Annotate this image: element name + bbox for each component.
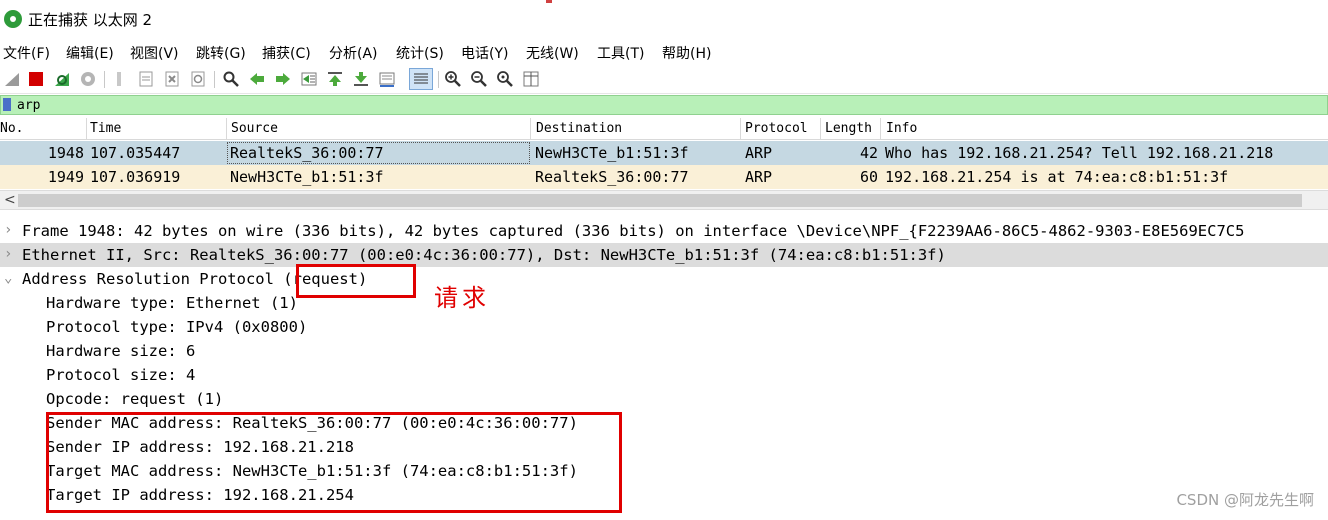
column-header-no[interactable]: No. — [0, 121, 23, 136]
column-header-source[interactable]: Source — [231, 121, 278, 136]
menu-help[interactable]: 帮助(H) — [662, 43, 711, 63]
first-packet-icon[interactable] — [326, 70, 344, 88]
menu-file[interactable]: 文件(F) — [3, 43, 50, 63]
expand-arrow-icon[interactable]: › — [4, 222, 12, 238]
packet-info: Who has 192.168.21.254? Tell 192.168.21.… — [885, 144, 1274, 162]
menu-telephony[interactable]: 电话(Y) — [461, 43, 508, 63]
close-file-icon[interactable] — [163, 70, 181, 88]
toolbar-separator — [104, 71, 105, 88]
back-arrow-icon[interactable] — [248, 70, 266, 88]
scroll-left-icon[interactable]: < — [4, 192, 16, 208]
column-divider[interactable] — [740, 118, 741, 140]
column-divider[interactable] — [226, 118, 227, 140]
detail-ethernet-row[interactable]: › Ethernet II, Src: RealtekS_36:00:77 (0… — [0, 243, 1328, 267]
packet-row-selected[interactable]: 1948 107.035447 RealtekS_36:00:77 NewH3C… — [0, 141, 1328, 165]
detail-field-row[interactable]: Hardware type: Ethernet (1) — [0, 291, 1328, 315]
column-divider[interactable] — [880, 118, 881, 140]
expand-arrow-icon[interactable]: › — [4, 246, 12, 262]
reload-icon[interactable] — [189, 70, 207, 88]
menu-view[interactable]: 视图(V) — [130, 43, 179, 63]
find-icon[interactable] — [222, 70, 240, 88]
column-header-length[interactable]: Length — [825, 121, 872, 136]
column-header-time[interactable]: Time — [90, 121, 121, 136]
packet-info: 192.168.21.254 is at 74:ea:c8:b1:51:3f — [885, 168, 1229, 186]
packet-time: 107.036919 — [90, 168, 181, 186]
zoom-out-icon[interactable] — [470, 70, 488, 88]
scrollbar-thumb[interactable] — [18, 194, 1302, 207]
menu-tools[interactable]: 工具(T) — [597, 43, 644, 63]
detail-frame-row[interactable]: › Frame 1948: 42 bytes on wire (336 bits… — [0, 219, 1328, 243]
packet-protocol: ARP — [745, 144, 773, 162]
column-header-info[interactable]: Info — [886, 121, 917, 136]
packet-length: 42 — [859, 144, 878, 162]
last-packet-icon[interactable] — [352, 70, 370, 88]
window-edge-mark — [546, 0, 552, 3]
detail-hardware-size: Hardware size: 6 — [46, 342, 196, 360]
column-divider[interactable] — [530, 118, 531, 140]
packet-no: 1949 — [47, 168, 84, 186]
packet-length: 60 — [859, 168, 878, 186]
display-filter-bar — [0, 95, 1328, 115]
colorize-icon[interactable] — [409, 68, 433, 90]
collapse-arrow-icon[interactable]: ⌄ — [4, 270, 12, 286]
packet-source: NewH3CTe_b1:51:3f — [230, 168, 384, 186]
main-toolbar — [0, 64, 1328, 94]
request-highlight-box — [296, 264, 416, 298]
options-gear-icon[interactable] — [79, 70, 97, 88]
display-filter-input[interactable] — [17, 97, 1317, 114]
detail-field-row[interactable]: Hardware size: 6 — [0, 339, 1328, 363]
packet-row[interactable]: 1949 107.036919 NewH3CTe_b1:51:3f Realte… — [0, 165, 1328, 189]
stop-icon[interactable] — [27, 70, 45, 88]
packet-list-header: No. Time Source Destination Protocol Len… — [0, 118, 1328, 140]
detail-field-row[interactable]: Opcode: request (1) — [0, 387, 1328, 411]
detail-hardware-type: Hardware type: Ethernet (1) — [46, 294, 298, 312]
toolbar-separator — [214, 71, 215, 88]
packet-no: 1948 — [47, 144, 84, 162]
detail-ethernet: Ethernet II, Src: RealtekS_36:00:77 (00:… — [22, 246, 946, 264]
menu-edit[interactable]: 编辑(E) — [66, 43, 114, 63]
packet-time: 107.035447 — [90, 144, 181, 162]
addresses-highlight-box — [46, 412, 622, 513]
column-header-destination[interactable]: Destination — [536, 121, 622, 136]
bookmark-icon[interactable] — [3, 98, 11, 111]
detail-field-row[interactable]: Protocol type: IPv4 (0x0800) — [0, 315, 1328, 339]
packet-destination: RealtekS_36:00:77 — [535, 168, 689, 186]
restart-icon[interactable] — [53, 70, 71, 88]
save-file-icon[interactable] — [137, 70, 155, 88]
menu-wireless[interactable]: 无线(W) — [526, 43, 579, 63]
menu-bar: 文件(F) 编辑(E) 视图(V) 跳转(G) 捕获(C) 分析(A) 统计(S… — [0, 38, 1328, 64]
packet-source: RealtekS_36:00:77 — [230, 144, 384, 162]
go-to-packet-icon[interactable] — [300, 70, 318, 88]
detail-protocol-size: Protocol size: 4 — [46, 366, 196, 384]
packet-destination: NewH3CTe_b1:51:3f — [535, 144, 689, 162]
annotation-request-label: 请求 — [434, 284, 490, 312]
wireshark-logo-icon — [4, 10, 22, 28]
detail-field-row[interactable]: Protocol size: 4 — [0, 363, 1328, 387]
zoom-in-icon[interactable] — [444, 70, 462, 88]
window-title: 正在捕获 以太网 2 — [28, 11, 153, 29]
menu-go[interactable]: 跳转(G) — [196, 43, 246, 63]
detail-protocol-type: Protocol type: IPv4 (0x0800) — [46, 318, 308, 336]
resize-columns-icon[interactable] — [522, 70, 540, 88]
packet-list-hscrollbar[interactable]: < — [0, 190, 1328, 210]
detail-arp-row[interactable]: ⌄ Address Resolution Protocol (request) — [0, 267, 1328, 291]
csdn-watermark: CSDN @阿龙先生啊 — [1176, 491, 1314, 509]
detail-frame: Frame 1948: 42 bytes on wire (336 bits),… — [22, 222, 1245, 240]
column-divider[interactable] — [86, 118, 87, 140]
packet-protocol: ARP — [745, 168, 773, 186]
forward-arrow-icon[interactable] — [274, 70, 292, 88]
column-divider[interactable] — [820, 118, 821, 140]
zoom-reset-icon[interactable] — [496, 70, 514, 88]
title-bar: 正在捕获 以太网 2 — [0, 0, 1328, 38]
toolbar-separator — [438, 71, 439, 88]
menu-analyze[interactable]: 分析(A) — [329, 43, 378, 63]
column-header-protocol[interactable]: Protocol — [745, 121, 808, 136]
open-file-icon[interactable] — [110, 70, 128, 88]
menu-capture[interactable]: 捕获(C) — [262, 43, 311, 63]
autoscroll-icon[interactable] — [378, 70, 396, 88]
menu-statistics[interactable]: 统计(S) — [396, 43, 444, 63]
shark-fin-start-icon[interactable] — [3, 70, 21, 88]
detail-opcode: Opcode: request (1) — [46, 390, 224, 408]
